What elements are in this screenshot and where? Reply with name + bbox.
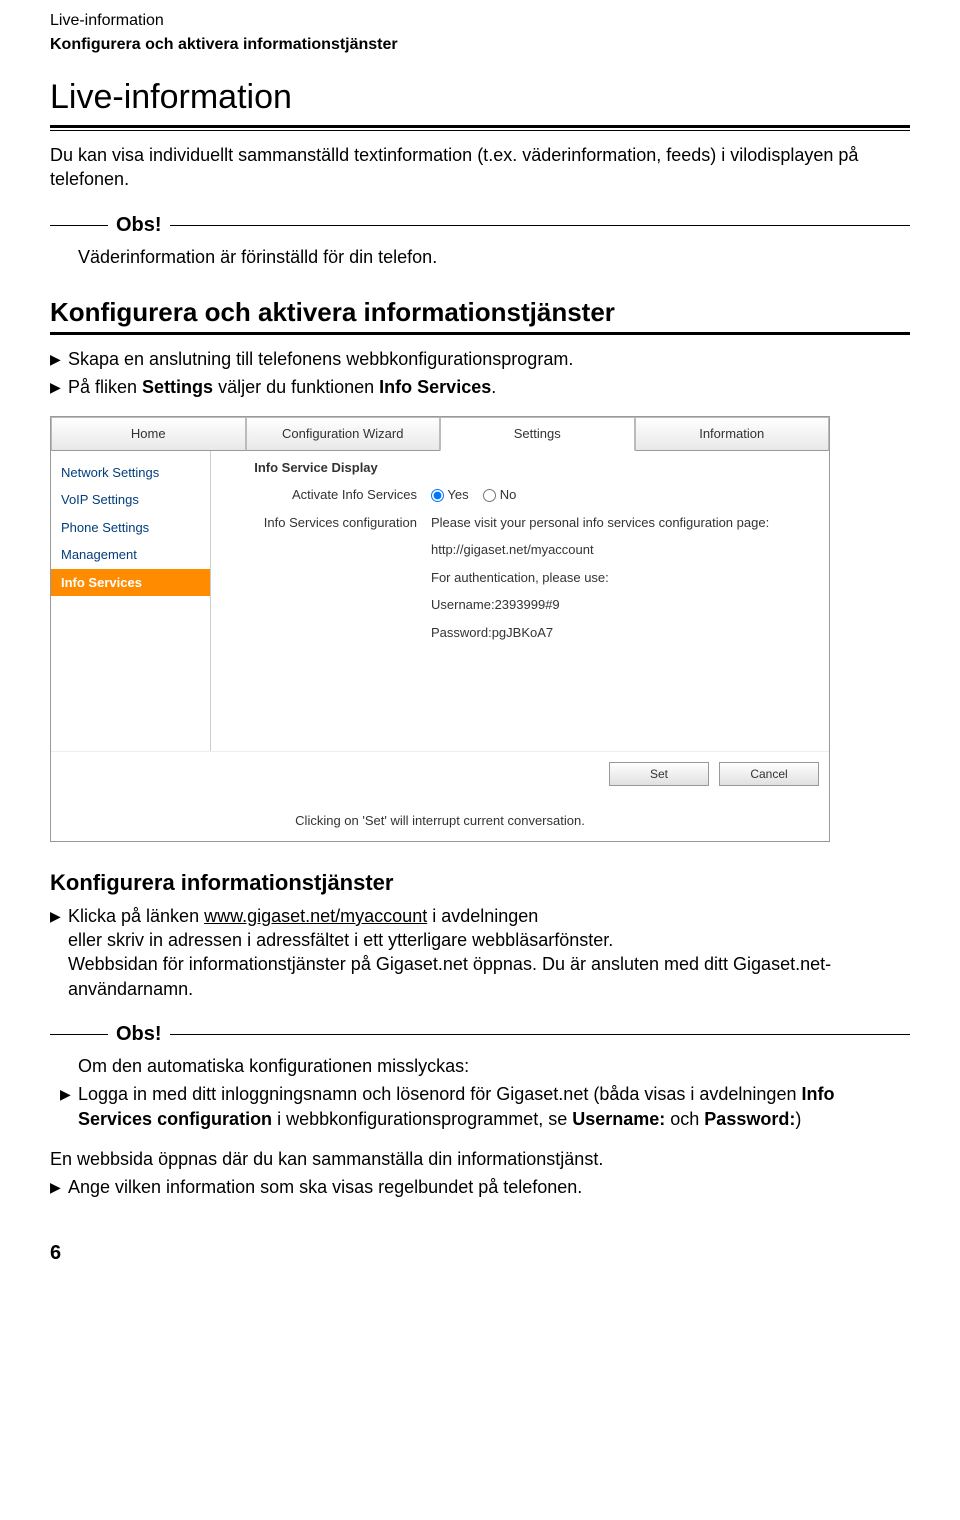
step-text: Logga in med ditt inloggningsnamn och lö… (78, 1082, 910, 1131)
note-legend: Obs! (108, 1021, 170, 1048)
radio-no[interactable]: No (483, 487, 516, 502)
note-text: Om den automatiska konfigurationen missl… (78, 1054, 910, 1078)
step-text: Skapa en anslutning till telefonens webb… (68, 347, 910, 371)
set-button[interactable]: Set (609, 762, 709, 786)
bullet-icon: ▶ (50, 1175, 68, 1199)
sidebar-item-voip[interactable]: VoIP Settings (51, 486, 210, 514)
step-row: ▶ Logga in med ditt inloggningsnamn och … (60, 1082, 910, 1131)
step-text: På fliken Settings väljer du funktionen … (68, 375, 910, 399)
outro-paragraph: En webbsida öppnas där du kan sammanstäl… (50, 1147, 910, 1171)
label-config: Info Services configuration (215, 514, 417, 532)
step-row: ▶ Klicka på länken www.gigaset.net/myacc… (50, 904, 910, 1001)
note-text: Väderinformation är förinställd för din … (78, 245, 910, 269)
link-gigaset-myaccount[interactable]: www.gigaset.net/myaccount (204, 906, 427, 926)
form-labels-column: Info Service Display Activate Info Servi… (211, 451, 431, 751)
config-url: http://gigaset.net/myaccount (431, 541, 819, 559)
sidebar-item-info-services[interactable]: Info Services (51, 569, 210, 597)
button-row: Set Cancel (51, 751, 829, 794)
step-row: ▶ Skapa en anslutning till telefonens we… (50, 347, 910, 371)
cancel-button[interactable]: Cancel (719, 762, 819, 786)
title-rule (50, 125, 910, 131)
step-text: Klicka på länken www.gigaset.net/myaccou… (68, 904, 910, 1001)
running-header-2: Konfigurera och aktivera informationstjä… (50, 34, 910, 56)
section-heading: Konfigurera och aktivera informationstjä… (50, 295, 910, 330)
page-title: Live-information (50, 75, 910, 121)
step-row: ▶ Ange vilken information som ska visas … (50, 1175, 910, 1199)
bullet-icon: ▶ (50, 904, 68, 928)
page-number: 6 (50, 1240, 910, 1267)
section-rule (50, 332, 910, 335)
tab-home[interactable]: Home (51, 417, 246, 451)
sidebar-item-network[interactable]: Network Settings (51, 459, 210, 487)
note-box-1: Obs! Väderinformation är förinställd för… (50, 212, 910, 269)
step-row: ▶ På fliken Settings väljer du funktione… (50, 375, 910, 399)
radio-yes[interactable]: Yes (431, 487, 469, 502)
screenshot-footnote: Clicking on 'Set' will interrupt current… (51, 794, 829, 842)
step-text: Ange vilken information som ska visas re… (68, 1175, 910, 1199)
tab-information[interactable]: Information (635, 417, 830, 451)
tab-settings[interactable]: Settings (440, 417, 635, 451)
username-text: Username:2393999#9 (431, 596, 819, 614)
sidebar-item-phone[interactable]: Phone Settings (51, 514, 210, 542)
config-screenshot: Home Configuration Wizard Settings Infor… (50, 416, 830, 843)
sidebar: Network Settings VoIP Settings Phone Set… (51, 451, 211, 751)
bullet-icon: ▶ (60, 1082, 78, 1106)
intro-paragraph: Du kan visa individuellt sammanställd te… (50, 143, 910, 192)
form-values-column: Yes No Please visit your personal info s… (431, 451, 829, 751)
form-heading: Info Service Display (215, 459, 417, 477)
visit-text: Please visit your personal info services… (431, 514, 819, 532)
subsection-heading: Konfigurera informationstjänster (50, 868, 910, 898)
note-box-2: Obs! Om den automatiska konfigurationen … (50, 1021, 910, 1131)
password-text: Password:pgJBKoA7 (431, 624, 819, 642)
tab-bar: Home Configuration Wizard Settings Infor… (51, 417, 829, 451)
bullet-icon: ▶ (50, 375, 68, 399)
running-header-1: Live-information (50, 10, 910, 32)
sidebar-item-management[interactable]: Management (51, 541, 210, 569)
radio-row: Yes No (431, 486, 819, 504)
label-activate: Activate Info Services (215, 486, 417, 504)
bullet-icon: ▶ (50, 347, 68, 371)
note-legend: Obs! (108, 212, 170, 239)
auth-text: For authentication, please use: (431, 569, 819, 587)
tab-config-wizard[interactable]: Configuration Wizard (246, 417, 441, 451)
